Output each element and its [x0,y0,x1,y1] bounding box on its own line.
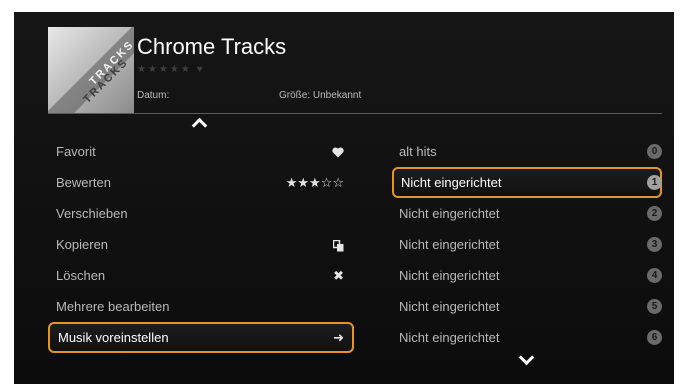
menu-item-label: Mehrere bearbeiten [56,299,170,314]
menu-item-label: Löschen [56,268,106,283]
menu-item-musik-voreinstellen[interactable]: Musik voreinstellen ➜ [48,322,354,353]
preset-label: Nicht eingerichtet [399,237,500,252]
options-menu: Favorit Bewerten ★★★☆☆ Verschieben Kopie… [48,136,354,353]
menu-item-bewerten[interactable]: Bewerten ★★★☆☆ [48,167,354,198]
close-icon: ✖ [333,268,344,283]
preset-label: Nicht eingerichtet [399,206,500,221]
page-title: Chrome Tracks [137,34,287,59]
chevron-up-icon[interactable] [191,117,208,134]
menu-item-mehrere-bearbeiten[interactable]: Mehrere bearbeiten [48,291,354,322]
preset-item[interactable]: Nicht eingerichtet 6 [392,322,662,353]
preset-label: Nicht eingerichtet [399,299,500,314]
preset-number-badge: 4 [647,268,662,283]
preset-item[interactable]: Nicht eingerichtet 4 [392,260,662,291]
menu-item-kopieren[interactable]: Kopieren [48,229,354,260]
menu-item-label: Kopieren [56,237,109,252]
preset-number-badge: 0 [647,144,662,159]
preset-item[interactable]: Nicht eingerichtet 2 [392,198,662,229]
preset-number-badge: 3 [647,237,662,252]
media-screen: TRACKS TRACKS Chrome Tracks ★★★★★ ♥ Datu… [14,12,674,384]
preset-list: alt hits 0 Nicht eingerichtet 1 Nicht ei… [392,136,662,353]
size-label: Größe: Unbekannt [279,90,362,101]
menu-item-label: Musik voreinstellen [58,330,169,345]
menu-item-favorit[interactable]: Favorit [48,136,354,167]
menu-item-verschieben[interactable]: Verschieben [48,198,354,229]
header-divider [48,113,662,114]
preset-label: Nicht eingerichtet [399,268,500,283]
menu-item-label: Favorit [56,144,96,159]
preset-label: Nicht eingerichtet [401,175,502,190]
preset-label: Nicht eingerichtet [399,330,500,345]
preset-item[interactable]: Nicht eingerichtet 5 [392,291,662,322]
preset-number-badge: 2 [647,206,662,221]
copy-icon [333,229,344,260]
preset-number-badge: 1 [647,175,662,190]
menu-item-label: Bewerten [56,175,111,190]
album-art: TRACKS TRACKS [48,27,134,113]
menu-item-loeschen[interactable]: Löschen ✖ [48,260,354,291]
preset-number-badge: 5 [647,299,662,314]
preset-item[interactable]: Nicht eingerichtet 3 [392,229,662,260]
preset-item[interactable]: Nicht eingerichtet 1 [392,167,662,198]
rating-stars-icon: ★★★☆☆ [285,175,344,190]
preset-item[interactable]: alt hits 0 [392,136,662,167]
menu-item-label: Verschieben [56,206,128,221]
preset-number-badge: 6 [647,330,662,345]
preset-label: alt hits [399,144,437,159]
arrow-right-icon: ➜ [333,330,344,345]
date-label: Datum: [137,90,170,101]
rating-stars: ★★★★★ ♥ [137,64,205,75]
heart-icon [332,136,344,167]
